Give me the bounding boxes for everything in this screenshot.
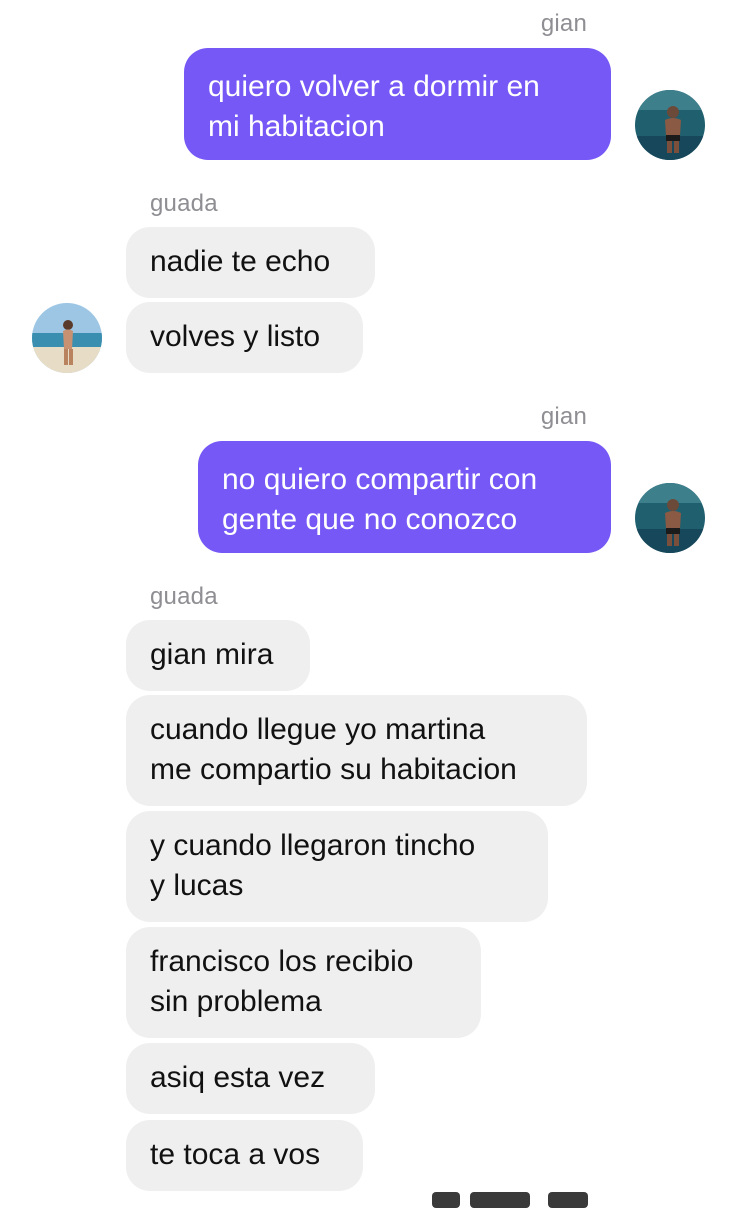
guada-avatar[interactable] [32,303,102,373]
message-bubble-outgoing[interactable]: no quiero compartir con gente que no con… [198,441,611,553]
sender-name-guada: guada [150,583,218,610]
message-bubble-incoming[interactable]: volves y listo [126,302,363,373]
sender-name-gian: gian [540,10,587,37]
message-bubble-outgoing[interactable]: quiero volver a dormir en mi habitacion [184,48,611,160]
guada-avatar-photo [32,303,102,373]
gian-avatar[interactable] [635,483,705,553]
message-bubble-incoming[interactable]: cuando llegue yo martina me compartio su… [126,695,587,806]
message-bubble-incoming[interactable]: te toca a vos [126,1120,363,1191]
gian-avatar-photo [635,483,705,553]
message-bubble-incoming[interactable]: asiq esta vez [126,1043,375,1114]
next-message-partial [432,1192,460,1208]
next-message-partial [470,1192,530,1208]
next-message-partial [548,1192,588,1208]
message-bubble-incoming[interactable]: nadie te echo [126,227,375,298]
message-bubble-incoming[interactable]: y cuando llegaron tincho y lucas [126,811,548,922]
gian-avatar[interactable] [635,90,705,160]
message-bubble-incoming[interactable]: francisco los recibio sin problema [126,927,481,1038]
message-bubble-incoming[interactable]: gian mira [126,620,310,691]
sender-name-gian: gian [540,403,587,430]
gian-avatar-photo [635,90,705,160]
sender-name-guada: guada [150,190,218,217]
